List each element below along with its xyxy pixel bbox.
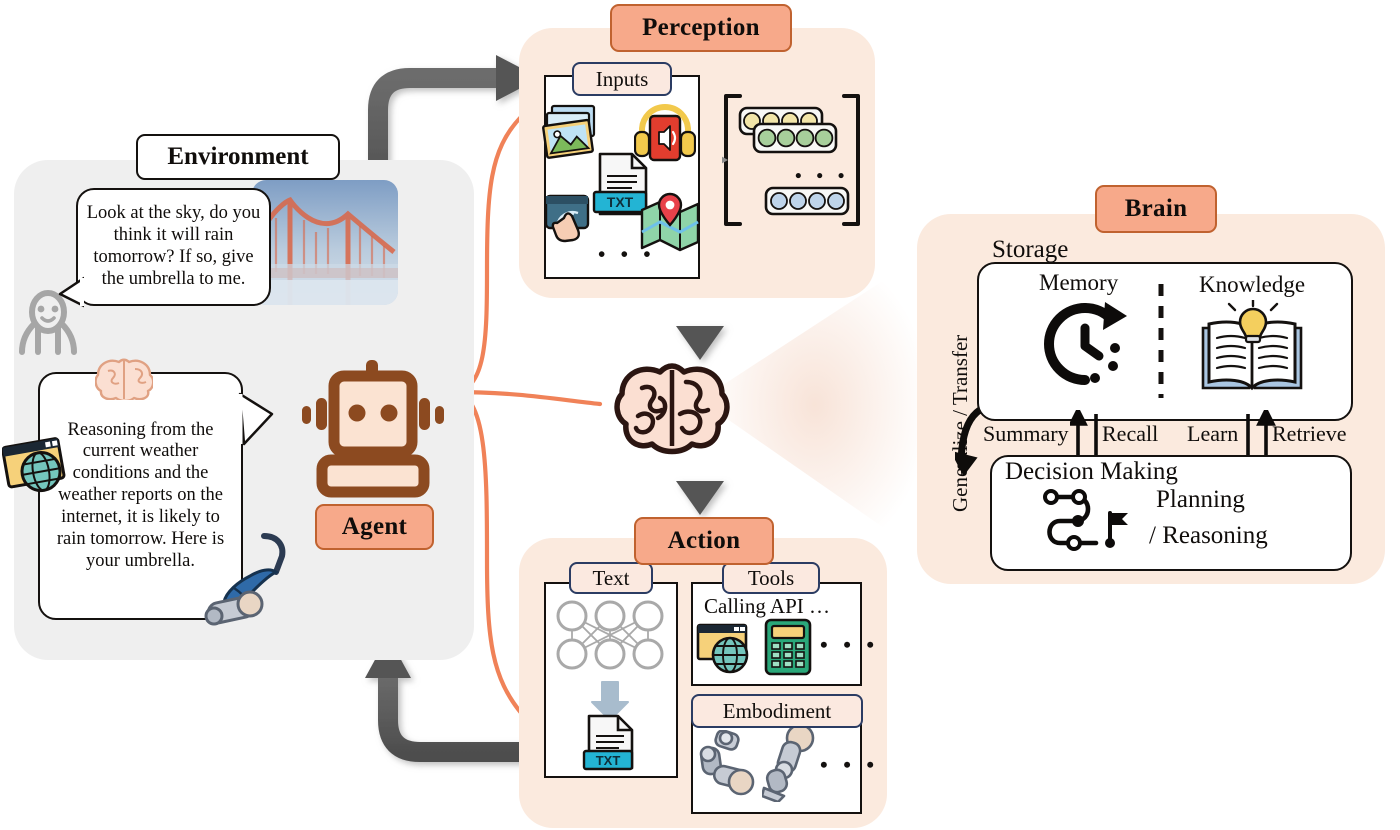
- calculator-icon: [764, 618, 812, 676]
- planning-label: Planning: [1156, 486, 1245, 513]
- golden-gate-bridge-photo: [252, 180, 398, 305]
- embodiment-label: Embodiment: [691, 694, 863, 728]
- blue-embedding-row: [764, 186, 850, 216]
- storage-title: Storage: [992, 236, 1069, 263]
- txt-glyph: TXT: [607, 194, 634, 210]
- agent-robot-icon: [302, 360, 444, 498]
- central-brain-icon: [614, 363, 730, 455]
- inputs-label: Inputs: [572, 62, 672, 96]
- clock-history-icon: [1044, 302, 1127, 385]
- text-label: Text: [569, 562, 653, 594]
- text-output-file-icon: TXT: [582, 714, 634, 771]
- perception-title: Perception: [610, 4, 792, 52]
- calling-api-caption: Calling API …: [704, 594, 831, 618]
- summary-label: Summary: [983, 421, 1069, 446]
- tools-more-dots: • • •: [820, 632, 880, 657]
- user-bubble-tail: [58, 276, 84, 308]
- agent-label: Agent: [315, 504, 434, 550]
- tools-label: Tools: [722, 562, 820, 594]
- embeddings-dots: • • •: [795, 166, 850, 187]
- robot-arm-with-umbrella-icon: [204, 533, 286, 626]
- decision-making-title: Decision Making: [1005, 458, 1178, 485]
- embeddings-group: [722, 94, 860, 226]
- action-title: Action: [634, 517, 774, 565]
- retrieve-label: Retrieve: [1272, 421, 1347, 446]
- inputs-more-dots: • • •: [598, 242, 656, 266]
- brain-title: Brain: [1095, 185, 1217, 233]
- arrow-brain-to-action: [676, 455, 724, 515]
- web-browser-icon: [2, 437, 66, 493]
- robot-arm-icon: [699, 730, 755, 796]
- txt-output-glyph: TXT: [596, 753, 621, 768]
- agent-bubble-tail: [238, 392, 274, 446]
- memory-label: Memory: [1039, 270, 1119, 295]
- robot-leg-icon: [762, 726, 815, 802]
- learn-label: Learn: [1187, 421, 1239, 446]
- tools-browser-icon: [696, 623, 749, 674]
- knowledge-label: Knowledge: [1199, 272, 1306, 297]
- reasoning-label: / Reasoning: [1149, 522, 1268, 549]
- environment-title: Environment: [136, 134, 340, 180]
- diagram-canvas: Environment Look at the sky, do you thin…: [0, 0, 1400, 830]
- path-planning-flag-icon: [1043, 489, 1128, 551]
- green-embedding-row: [752, 122, 838, 154]
- user-speech-bubble: Look at the sky, do you think it will ra…: [76, 188, 271, 306]
- touch-sensor-icon: [544, 194, 590, 243]
- storage-divider: [1158, 284, 1164, 398]
- brain-icon: [95, 358, 153, 400]
- embodiment-more-dots: • • •: [820, 752, 880, 777]
- neural-network-icon: [556, 600, 664, 670]
- recall-label: Recall: [1102, 421, 1159, 446]
- open-book-lightbulb-icon: [1201, 300, 1303, 391]
- arrow-perception-to-brain: [676, 300, 724, 360]
